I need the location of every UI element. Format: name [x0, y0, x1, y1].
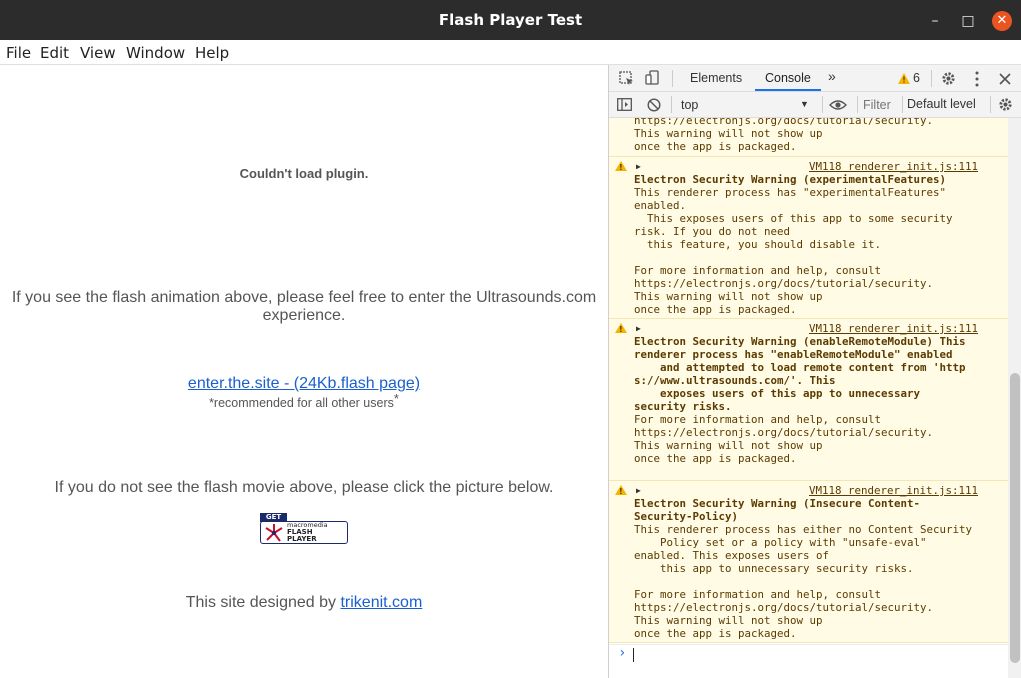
designer-link[interactable]: trikenit.com [340, 594, 422, 611]
maximize-button[interactable]: □ [958, 11, 978, 31]
toolbar-divider [990, 96, 991, 113]
expand-triangle-icon[interactable]: ▶ [636, 160, 641, 173]
console-scrollbar[interactable] [1008, 118, 1021, 678]
console-messages: https://electronjs.org/docs/tutorial/sec… [609, 118, 1008, 678]
log-level-selector[interactable]: Default level [907, 97, 976, 111]
expand-triangle-icon[interactable]: ▶ [636, 322, 641, 335]
web-content: Couldn't load plugin. If you see the fla… [0, 65, 608, 678]
scrollbar-thumb[interactable] [1010, 373, 1020, 663]
inspect-element-icon[interactable] [619, 71, 635, 87]
prompt-chevron-icon: › [618, 645, 627, 661]
enter-site-link[interactable]: enter.the.site - (24Kb.flash page) [188, 375, 420, 392]
flash-logo-icon [265, 524, 283, 542]
warning-title: Electron Security Warning (Insecure Cont… [634, 497, 921, 523]
window-titlebar: Flash Player Test – □ ✕ [0, 0, 1021, 40]
tab-elements[interactable]: Elements [690, 71, 742, 85]
devtools-panel: Elements Console » 6 top ▼ Filter Defaul… [608, 65, 1021, 678]
context-selector-value: top [681, 98, 699, 112]
warning-body: For more information and help, consult h… [634, 413, 934, 465]
device-toolbar-icon[interactable] [645, 70, 661, 86]
menu-window[interactable]: Window [126, 44, 185, 62]
text-caret [633, 648, 634, 662]
toolbar-divider [671, 96, 672, 113]
toolbar-divider [902, 96, 903, 113]
warning-icon [615, 161, 627, 174]
console-prompt[interactable]: › [609, 644, 1008, 678]
minimize-button[interactable]: – [925, 11, 945, 31]
close-devtools-icon[interactable] [999, 73, 1011, 85]
tab-divider [672, 70, 673, 87]
more-tabs-button[interactable]: » [828, 68, 836, 84]
warning-body: https://electronjs.org/docs/tutorial/sec… [634, 118, 934, 153]
clear-console-icon[interactable] [647, 98, 661, 112]
warning-icon [615, 323, 627, 336]
warning-title: Electron Security Warning (experimentalF… [634, 173, 947, 186]
warning-icon [898, 73, 910, 84]
message-source-link[interactable]: VM118 renderer_init.js:111 [809, 484, 978, 497]
warning-body: This renderer process has either no Cont… [634, 523, 973, 640]
console-filter-input[interactable] [863, 96, 901, 114]
badge-player: PLAYER [287, 535, 317, 543]
warning-icon [615, 485, 627, 498]
intro-text-line1: If you see the flash animation above, pl… [11, 289, 597, 306]
context-selector[interactable]: top ▼ [677, 95, 813, 115]
recommended-star: * [393, 391, 399, 406]
plugin-error-text: Couldn't load plugin. [239, 166, 369, 181]
gear-icon[interactable] [941, 71, 956, 86]
close-button[interactable]: ✕ [992, 11, 1012, 31]
warning-count[interactable]: 6 [913, 71, 920, 85]
menu-file[interactable]: File [6, 44, 31, 62]
message-source-link[interactable]: VM118 renderer_init.js:111 [809, 322, 978, 335]
get-flash-player-badge[interactable]: GET macromedia FLASH PLAYER [260, 513, 348, 544]
menu-bar: File Edit View Window Help [0, 40, 1021, 65]
toolbar-divider [857, 96, 858, 113]
console-settings-icon[interactable] [998, 97, 1013, 112]
console-warning-message: ▶ VM118 renderer_init.js:111 Electron Se… [609, 319, 1008, 481]
no-flash-text: If you do not see the flash movie above,… [54, 479, 554, 496]
toolbar-divider [822, 96, 823, 113]
message-source-link[interactable]: VM118 renderer_init.js:111 [809, 160, 978, 173]
expand-triangle-icon[interactable]: ▶ [636, 484, 641, 497]
devtools-tabbar: Elements Console » 6 [609, 65, 1021, 92]
eye-icon[interactable] [829, 99, 847, 111]
sidebar-toggle-icon[interactable] [617, 98, 632, 111]
tab-console[interactable]: Console [765, 71, 811, 85]
kebab-menu-icon[interactable] [974, 71, 980, 87]
designed-by-text: This site designed by [185, 594, 341, 611]
window-title: Flash Player Test [438, 11, 583, 29]
console-warning-message: ▶ VM118 renderer_init.js:111 Electron Se… [609, 481, 1008, 643]
warning-body: This renderer process has "experimentalF… [634, 186, 953, 316]
tab-divider [931, 70, 932, 87]
active-tab-indicator [755, 89, 821, 91]
console-warning-message: ▶ VM118 renderer_init.js:111 Electron Se… [609, 157, 1008, 319]
menu-edit[interactable]: Edit [40, 44, 69, 62]
chevron-down-icon: ▼ [800, 99, 809, 109]
menu-help[interactable]: Help [195, 44, 229, 62]
intro-text-line2: experience. [262, 307, 346, 324]
console-toolbar: top ▼ Default level [609, 92, 1021, 118]
menu-view[interactable]: View [80, 44, 116, 62]
recommended-note: *recommended for all other users [209, 396, 394, 410]
console-warning-message: https://electronjs.org/docs/tutorial/sec… [609, 118, 1008, 157]
